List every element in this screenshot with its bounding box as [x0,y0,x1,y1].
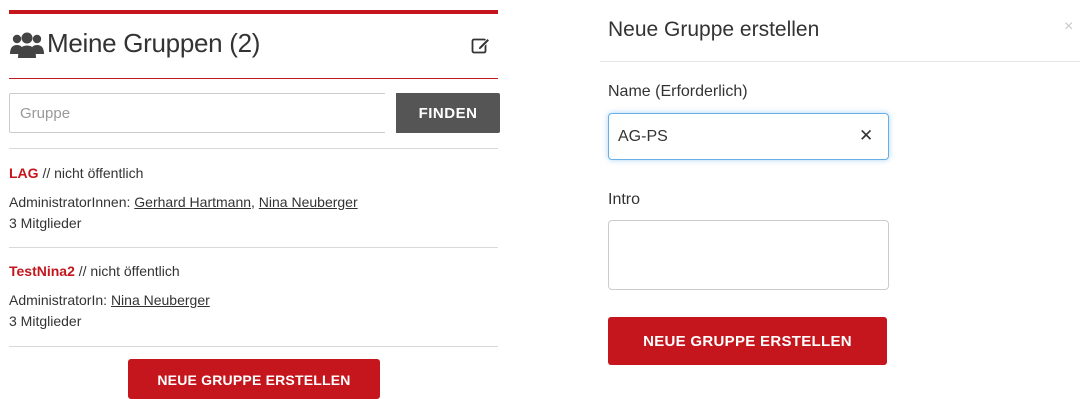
header-divider [9,78,498,79]
intro-field-label: Intro [608,191,641,208]
admin-link[interactable]: Nina Neuberger [259,194,358,210]
group-list-item: LAG // nicht öffentlich AdministratorInn… [9,161,498,235]
group-members-count: 3 Mitglieder [9,215,82,231]
admin-link[interactable]: Gerhard Hartmann [134,194,251,210]
users-icon [10,32,44,58]
group-list-item: TestNina2 // nicht öffentlich Administra… [9,259,498,333]
page-title: Meine Gruppen (2) [47,28,261,58]
find-button[interactable]: FINDEN [396,93,500,133]
group-name-link[interactable]: TestNina2 [9,263,75,279]
group-members-count: 3 Mitglieder [9,313,82,329]
group-heading: LAG // nicht öffentlich [9,161,498,185]
list-divider [9,247,498,248]
group-search-input[interactable] [9,93,385,133]
clear-icon[interactable]: ✕ [859,126,873,146]
dialog-header-divider [600,61,1080,62]
group-name-link[interactable]: LAG [9,165,39,181]
group-name-input[interactable] [608,113,889,160]
name-field-label: Name (Erforderlich) [608,83,748,100]
group-heading: TestNina2 // nicht öffentlich [9,259,498,283]
panel-top-border [9,10,498,14]
admin-link[interactable]: Nina Neuberger [111,292,210,308]
intro-textarea[interactable] [608,220,889,290]
list-divider [9,148,498,149]
group-visibility: // nicht öffentlich [78,263,180,279]
dialog-title: Neue Gruppe erstellen [608,18,820,41]
admins-label: AdministratorIn: [9,292,108,308]
my-groups-panel: Meine Gruppen (2) FINDEN LAG // nicht öf… [0,0,510,399]
close-icon[interactable]: × [1064,18,1073,36]
dialog-create-group-button[interactable]: NEUE GRUPPE ERSTELLEN [608,317,887,365]
list-divider [9,346,498,347]
admin-separator: , [251,194,255,210]
edit-icon[interactable] [471,36,491,54]
create-group-dialog: Neue Gruppe erstellen × Name (Erforderli… [590,0,1080,394]
admins-label: AdministratorInnen: [9,194,131,210]
group-visibility: // nicht öffentlich [42,165,144,181]
create-group-button[interactable]: NEUE GRUPPE ERSTELLEN [128,359,380,399]
